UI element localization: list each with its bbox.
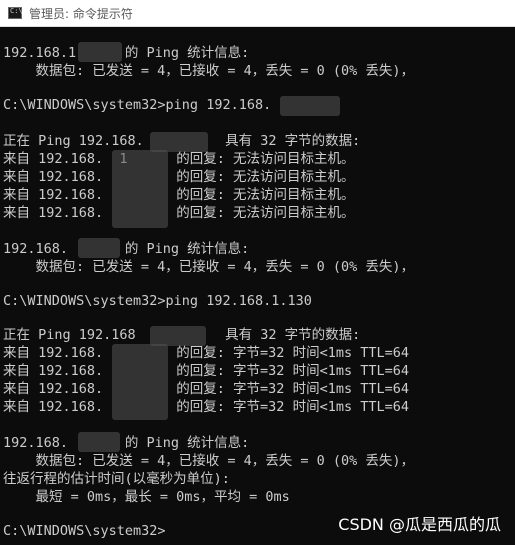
console-line: 数据包: 已发送 = 4，已接收 = 4，丢失 = 0 (0% 丢失)， (3, 63, 415, 79)
redaction-blur (280, 96, 340, 116)
console-line: 数据包: 已发送 = 4，已接收 = 4，丢失 = 0 (0% 丢失)， (3, 259, 415, 275)
console-line: 往返行程的估计时间(以毫秒为单位): (3, 471, 230, 487)
title-bar[interactable]: 管理员: 命令提示符 (0, 0, 515, 27)
redaction-blur (150, 326, 206, 346)
redaction-blur (78, 42, 122, 62)
console-line: 来自 192.168. 的回复: 无法访问目标主机。 (3, 205, 355, 221)
console-line: 192.168. 的 Ping 统计信息: (3, 435, 250, 451)
redaction-blur (78, 432, 120, 452)
redaction-blur (112, 150, 168, 228)
console-line: 来自 192.168. 的回复: 无法访问目标主机。 (3, 169, 355, 185)
redaction-blur (112, 344, 168, 420)
console-line: C:\WINDOWS\system32>ping 192.168.1.130 (3, 293, 312, 309)
console-line: 来自 192.168. 的回复: 字节=32 时间<1ms TTL=64 (3, 345, 409, 361)
console-line: 192.168.1 的 Ping 统计信息: (3, 45, 250, 61)
console-line: 来自 192.168. 的回复: 无法访问目标主机。 (3, 187, 355, 203)
console-line: 数据包: 已发送 = 4，已接收 = 4，丢失 = 0 (0% 丢失)， (3, 453, 415, 469)
console-output[interactable]: 192.168.1 的 Ping 统计信息: 数据包: 已发送 = 4，已接收 … (0, 26, 515, 545)
console-line: 192.168. 的 Ping 统计信息: (3, 241, 250, 257)
csdn-watermark: CSDN @瓜是西瓜的瓜 (338, 515, 501, 534)
cmd-icon (8, 7, 23, 19)
console-line: C:\WINDOWS\system32>ping 192.168. (3, 97, 272, 113)
console-line: 来自 192.168. 的回复: 字节=32 时间<1ms TTL=64 (3, 381, 409, 397)
window-title: 管理员: 命令提示符 (29, 6, 133, 21)
console-line: 来自 192.168. 的回复: 字节=32 时间<1ms TTL=64 (3, 363, 409, 379)
redaction-blur (150, 132, 208, 152)
console-line: 来自 192.168. 1 的回复: 无法访问目标主机。 (3, 151, 355, 167)
redaction-blur (78, 238, 120, 258)
console-line: C:\WINDOWS\system32> (3, 523, 166, 539)
console-line: 最短 = 0ms，最长 = 0ms，平均 = 0ms (3, 489, 290, 505)
console-line: 来自 192.168. 的回复: 字节=32 时间<1ms TTL=64 (3, 399, 409, 415)
